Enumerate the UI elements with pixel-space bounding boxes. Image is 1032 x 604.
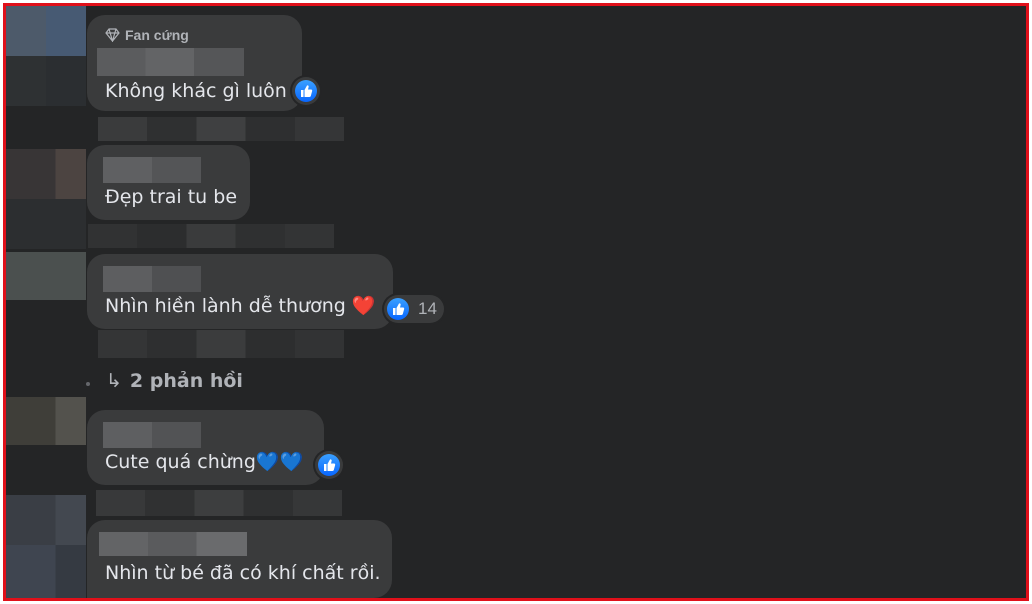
author-name[interactable]: [103, 157, 201, 183]
reaction-badge[interactable]: [292, 77, 320, 105]
reaction-summary[interactable]: 14: [384, 295, 444, 323]
thumbs-up-icon: [301, 85, 313, 97]
comment-bubble: Fan cứng Không khác gì luôn: [87, 15, 302, 111]
comment-actions[interactable]: [96, 490, 342, 516]
comment-bubble: Đẹp trai tu be: [87, 145, 250, 220]
author-name[interactable]: [99, 532, 247, 556]
comment-actions[interactable]: [98, 330, 344, 358]
avatar[interactable]: [6, 495, 86, 545]
author-name[interactable]: [103, 266, 201, 292]
thread-dot: [86, 382, 90, 386]
comment-text: Nhìn từ bé đã có khí chất rồi.: [105, 562, 381, 584]
fan-badge: Fan cứng: [105, 27, 189, 44]
reaction-count: 14: [418, 299, 437, 318]
comment-bubble: Nhìn từ bé đã có khí chất rồi.: [87, 520, 392, 598]
diamond-icon: [105, 28, 120, 44]
avatar[interactable]: [6, 56, 86, 106]
comment-text: Cute quá chừng💙💙: [105, 451, 304, 473]
avatar[interactable]: [6, 6, 86, 56]
comment-text: Không khác gì luôn: [105, 80, 287, 102]
comment-actions[interactable]: [88, 224, 334, 248]
avatar[interactable]: [6, 149, 86, 199]
comment-bubble: Nhìn hiền lành dễ thương ❤️: [87, 254, 393, 329]
badge-label: Fan cứng: [125, 27, 189, 43]
author-name[interactable]: [103, 422, 201, 448]
reply-arrow-icon: ↳: [106, 370, 122, 392]
comment-bubble: Cute quá chừng💙💙: [87, 410, 324, 485]
avatar[interactable]: [6, 545, 86, 598]
comment-text: Nhìn hiền lành dễ thương ❤️: [105, 295, 376, 317]
comment-thread-frame: Fan cứng Không khác gì luôn Đẹp trai tu …: [3, 3, 1029, 601]
comment-actions[interactable]: [98, 117, 344, 141]
avatar[interactable]: [6, 397, 86, 445]
author-name[interactable]: [97, 48, 244, 76]
replies-label: 2 phản hồi: [129, 370, 243, 392]
avatar[interactable]: [6, 199, 86, 249]
view-replies-link[interactable]: ↳ 2 phản hồi: [106, 370, 243, 392]
thumbs-up-icon: [393, 303, 405, 315]
avatar[interactable]: [6, 252, 86, 300]
reaction-badge[interactable]: [315, 451, 343, 479]
comment-text: Đẹp trai tu be: [105, 186, 238, 208]
thumbs-up-icon: [324, 459, 336, 471]
